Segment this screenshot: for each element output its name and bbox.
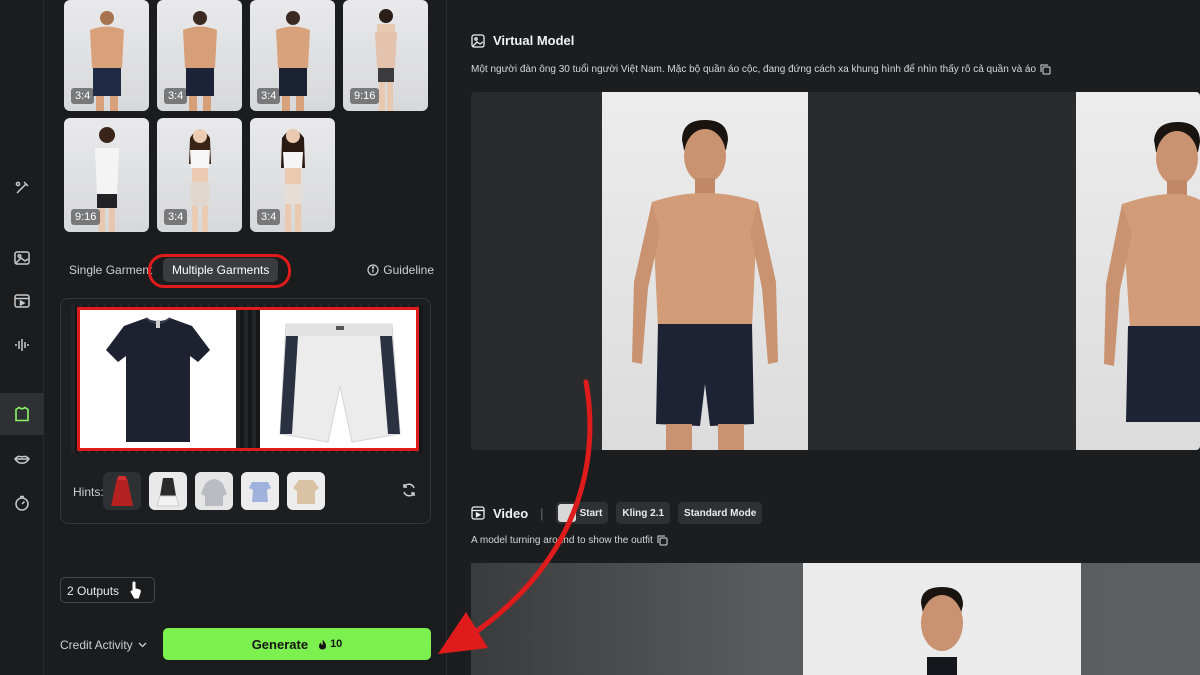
virtual-model-prompt: Một người đàn ông 30 tuổi người Việt Nam… xyxy=(471,64,1051,75)
settings-panel: 3:4 3:4 3:4 9:16 9:16 3:4 3:4 Single Gar… xyxy=(44,0,446,675)
outputs-dropdown[interactable]: 2 Outputs xyxy=(60,577,155,603)
info-icon xyxy=(367,264,379,276)
generate-label: Generate xyxy=(251,636,309,652)
chevron-down-icon xyxy=(138,642,147,648)
model-version-chip[interactable]: Kling 2.1 xyxy=(616,502,671,524)
hint-grey-hoodie[interactable] xyxy=(195,472,233,510)
title-separator: | xyxy=(540,505,544,521)
garment-selection-highlight xyxy=(77,307,419,451)
refresh-hints-icon[interactable] xyxy=(400,481,418,499)
model-thumbnail[interactable]: 3:4 xyxy=(250,118,335,232)
aspect-ratio-badge: 3:4 xyxy=(164,209,188,225)
start-frame-label: Start xyxy=(579,507,603,519)
virtual-model-title: Virtual Model xyxy=(493,33,575,48)
audio-wave-icon[interactable] xyxy=(8,331,36,359)
generate-button[interactable]: Generate 10 xyxy=(163,628,431,660)
hint-blue-top[interactable] xyxy=(241,472,279,510)
credit-activity-dropdown[interactable]: Credit Activity xyxy=(60,638,147,652)
start-frame-chip[interactable]: Start xyxy=(555,502,609,524)
model-thumbnail[interactable]: 3:4 xyxy=(250,0,335,111)
results-area: Virtual Model Một người đàn ông 30 tuổi … xyxy=(447,0,1200,675)
image-icon[interactable] xyxy=(8,244,36,272)
outputs-label: 2 Outputs xyxy=(67,584,120,598)
lips-icon[interactable] xyxy=(8,445,36,473)
video-frame-image xyxy=(803,563,1081,675)
garment-image-shorts[interactable] xyxy=(260,310,416,448)
hints-label: Hints: xyxy=(73,485,104,499)
hint-dark-dress[interactable] xyxy=(149,472,187,510)
model-thumbnail[interactable]: 3:4 xyxy=(157,118,242,232)
sidebar-rail xyxy=(0,0,44,675)
aspect-ratio-badge: 9:16 xyxy=(350,88,380,104)
virtual-model-header: Virtual Model xyxy=(471,33,574,48)
aspect-ratio-badge: 3:4 xyxy=(257,209,281,225)
guideline-link[interactable]: Guideline xyxy=(367,263,434,277)
model-thumbnail[interactable]: 9:16 xyxy=(64,118,149,232)
hint-red-dress[interactable] xyxy=(103,472,141,510)
timer-icon[interactable] xyxy=(8,489,36,517)
aspect-ratio-badge: 9:16 xyxy=(71,209,101,225)
image-icon xyxy=(471,33,485,48)
model-thumbnail[interactable]: 9:16 xyxy=(343,0,428,111)
video-clip-icon[interactable] xyxy=(8,287,36,315)
credit-activity-label: Credit Activity xyxy=(60,638,133,652)
aspect-ratio-badge: 3:4 xyxy=(164,88,188,104)
start-frame-thumbnail xyxy=(557,504,576,522)
credit-cost: 10 xyxy=(318,638,342,650)
video-header: Video | Start Kling 2.1 Standard Mode xyxy=(471,502,763,524)
aspect-ratio-badge: 3:4 xyxy=(257,88,281,104)
garment-mode-tabs: Single Garment Multiple Garments Guideli… xyxy=(60,254,434,290)
cursor-icon xyxy=(129,580,142,600)
magic-wand-icon[interactable] xyxy=(8,174,36,202)
garment-image-shirt[interactable] xyxy=(80,310,236,448)
model-result-image[interactable] xyxy=(1076,92,1200,450)
mode-chip[interactable]: Standard Mode xyxy=(678,502,763,524)
video-prompt: A model turning around to show the outfi… xyxy=(471,535,668,546)
virtual-model-prompt-text: Một người đàn ông 30 tuổi người Việt Nam… xyxy=(471,64,1037,75)
garment-divider xyxy=(236,310,260,448)
model-thumbnail[interactable]: 3:4 xyxy=(157,0,242,111)
flame-icon xyxy=(319,639,327,649)
garment-upload-box[interactable]: Hints: xyxy=(60,298,431,524)
copy-icon[interactable] xyxy=(657,535,668,546)
aspect-ratio-badge: 3:4 xyxy=(71,88,95,104)
model-thumbnail[interactable]: 3:4 xyxy=(64,0,149,111)
model-result-image[interactable] xyxy=(602,92,808,450)
highlight-circle xyxy=(148,254,291,288)
copy-icon[interactable] xyxy=(1040,64,1051,75)
credit-cost-value: 10 xyxy=(330,638,343,650)
hint-beige-shirt[interactable] xyxy=(287,472,325,510)
video-title: Video xyxy=(493,505,529,521)
virtual-model-results xyxy=(471,92,1200,450)
tab-single-garment[interactable]: Single Garment xyxy=(69,263,152,277)
video-prompt-text: A model turning around to show the outfi… xyxy=(471,535,653,546)
guideline-label: Guideline xyxy=(383,263,434,277)
video-clip-icon xyxy=(471,506,485,520)
tshirt-icon[interactable] xyxy=(0,393,44,435)
video-result[interactable] xyxy=(471,563,1200,675)
